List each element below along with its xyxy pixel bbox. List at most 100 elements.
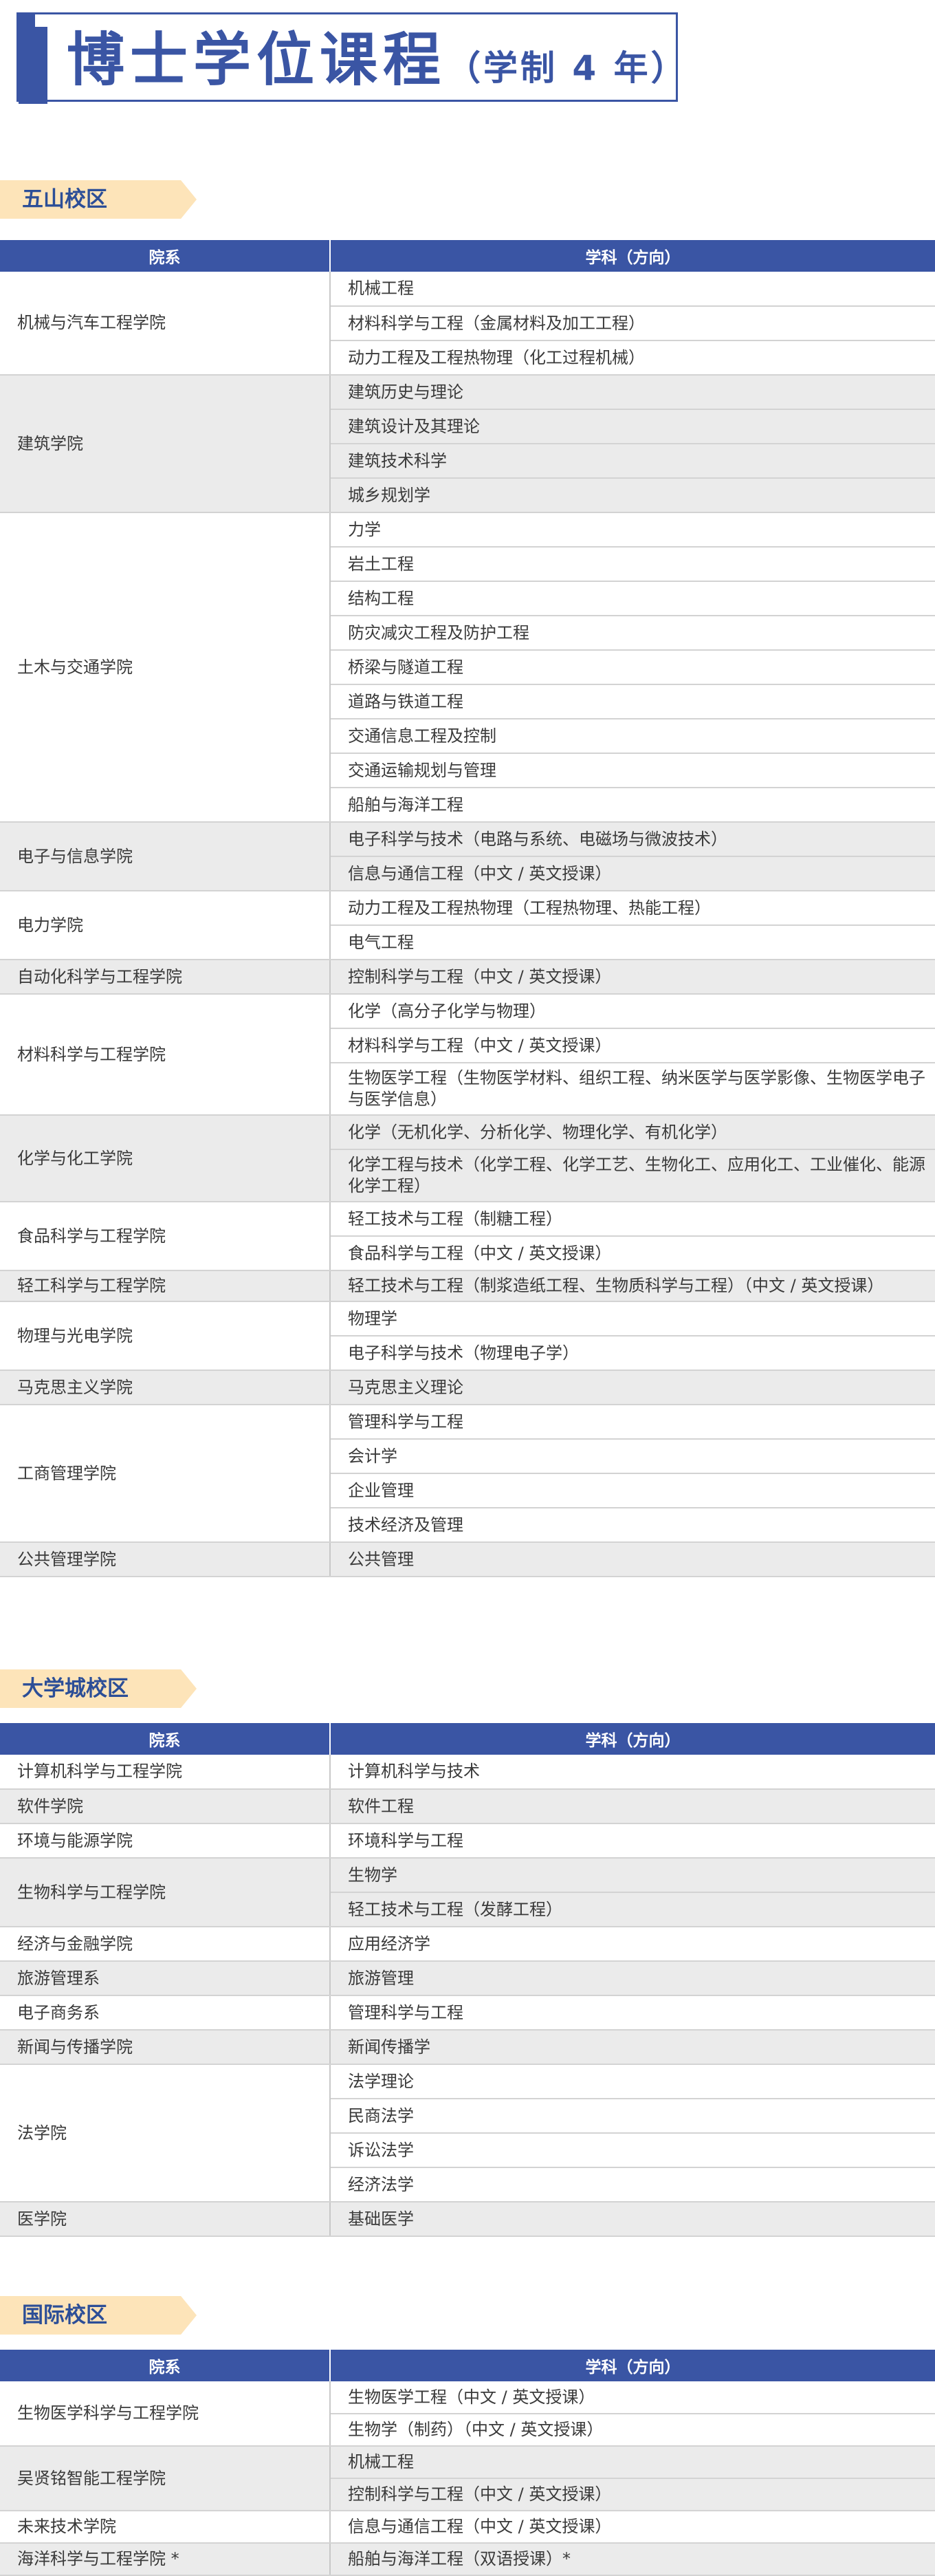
table-row: 化学与化工学院 化学（无机化学、分析化学、物理化学、有机化学） bbox=[0, 1115, 935, 1202]
department-cell: 工商管理学院 bbox=[0, 1405, 331, 1543]
subject-cell: 信息与通信工程（中文 / 英文授课） bbox=[330, 2511, 935, 2544]
table-row: 建筑学院 建筑历史与理论 bbox=[0, 375, 935, 513]
table-row: 软件学院 软件工程 bbox=[0, 1789, 935, 1824]
subject-cell: 诉讼法学 bbox=[330, 2133, 935, 2168]
campus-tab-wushan: 五山校区 bbox=[0, 180, 197, 219]
header-department: 院系 bbox=[0, 2350, 331, 2381]
subject-cell: 轻工技术与工程（发酵工程） bbox=[330, 1892, 935, 1927]
header-subject: 学科（方向） bbox=[330, 1723, 935, 1755]
page-title: 博士学位课程（学制 4 年） bbox=[67, 25, 688, 102]
department-cell: 机械与汽车工程学院 bbox=[0, 272, 331, 376]
table-row: 马克思主义学院 马克思主义理论 bbox=[0, 1370, 935, 1405]
subject-cell: 控制科学与工程（中文 / 英文授课） bbox=[330, 2478, 935, 2511]
header-department: 院系 bbox=[0, 240, 331, 272]
subject-cell: 技术经济及管理 bbox=[330, 1508, 935, 1543]
subject-cell: 软件工程 bbox=[330, 1789, 935, 1824]
subject-cell: 动力工程及工程热物理（工程热物理、热能工程） bbox=[330, 891, 935, 926]
table-row: 土木与交通学院 力学 bbox=[0, 512, 935, 823]
department-cell: 土木与交通学院 bbox=[0, 512, 331, 823]
subject-cell: 生物医学工程（生物医学材料、组织工程、纳米医学与医学影像、生物医学电子与医学信息… bbox=[330, 1063, 935, 1116]
subject-cell: 交通运输规划与管理 bbox=[330, 753, 935, 788]
table-row: 计算机科学与工程学院 计算机科学与技术 bbox=[0, 1755, 935, 1790]
subject-cell: 经济法学 bbox=[330, 2167, 935, 2202]
subject-cell: 物理学 bbox=[330, 1301, 935, 1336]
department-cell: 未来技术学院 bbox=[0, 2511, 331, 2544]
table-row: 工商管理学院 管理科学与工程 bbox=[0, 1405, 935, 1543]
subject-cell: 电气工程 bbox=[330, 925, 935, 960]
subject-cell: 防灾减灾工程及防护工程 bbox=[330, 616, 935, 651]
department-cell: 食品科学与工程学院 bbox=[0, 1202, 331, 1271]
department-cell: 海洋科学与工程学院 * bbox=[0, 2543, 331, 2576]
table-row: 新闻与传播学院 新闻传播学 bbox=[0, 2030, 935, 2065]
department-cell: 医学院 bbox=[0, 2202, 331, 2237]
table-row: 电子商务系 管理科学与工程 bbox=[0, 1995, 935, 2031]
department-cell: 电子与信息学院 bbox=[0, 822, 331, 891]
table-row: 轻工科学与工程学院 轻工技术与工程（制浆造纸工程、生物质科学与工程）（中文 / 英… bbox=[0, 1270, 935, 1302]
subject-cell: 管理科学与工程 bbox=[330, 1405, 935, 1440]
subject-cell: 轻工技术与工程（制糖工程） bbox=[330, 1202, 935, 1237]
subject-cell: 旅游管理 bbox=[330, 1961, 935, 1996]
table-row: 电力学院 动力工程及工程热物理（工程热物理、热能工程） bbox=[0, 891, 935, 960]
subject-cell: 电子科学与技术（电路与系统、电磁场与微波技术） bbox=[330, 822, 935, 857]
subject-cell: 公共管理 bbox=[330, 1542, 935, 1577]
table-header-row: 院系 学科（方向） bbox=[0, 2350, 935, 2381]
department-cell: 电力学院 bbox=[0, 891, 331, 960]
subject-cell: 民商法学 bbox=[330, 2099, 935, 2134]
subject-cell: 信息与通信工程（中文 / 英文授课） bbox=[330, 856, 935, 891]
subject-cell: 环境科学与工程 bbox=[330, 1823, 935, 1859]
table-row: 材料科学与工程学院 化学（高分子化学与物理） bbox=[0, 994, 935, 1116]
department-cell: 软件学院 bbox=[0, 1789, 331, 1824]
campus-tab-international: 国际校区 bbox=[0, 2296, 197, 2335]
department-cell: 建筑学院 bbox=[0, 375, 331, 513]
table-row: 法学院 法学理论 bbox=[0, 2064, 935, 2202]
subject-cell: 建筑技术科学 bbox=[330, 444, 935, 479]
table-row: 物理与光电学院 物理学 bbox=[0, 1301, 935, 1371]
department-cell: 法学院 bbox=[0, 2064, 331, 2202]
subject-cell: 桥梁与隧道工程 bbox=[330, 650, 935, 685]
program-table-daxuecheng: 院系 学科（方向） 计算机科学与工程学院 计算机科学与技术 软件学院 软件工程 环境与能源学… bbox=[0, 1723, 935, 2237]
table-row: 生物科学与工程学院 生物学 bbox=[0, 1858, 935, 1927]
header-department: 院系 bbox=[0, 1723, 331, 1755]
subject-cell: 建筑历史与理论 bbox=[330, 375, 935, 410]
table-row: 电子与信息学院 电子科学与技术（电路与系统、电磁场与微波技术） bbox=[0, 822, 935, 891]
subject-cell: 生物学 bbox=[330, 1858, 935, 1893]
subject-cell: 生物学（制药）（中文 / 英文授课） bbox=[330, 2414, 935, 2447]
department-cell: 物理与光电学院 bbox=[0, 1301, 331, 1371]
table-row: 海洋科学与工程学院 * 船舶与海洋工程（双语授课）* bbox=[0, 2543, 935, 2576]
table-row: 食品科学与工程学院 轻工技术与工程（制糖工程） bbox=[0, 1202, 935, 1271]
department-cell: 公共管理学院 bbox=[0, 1542, 331, 1577]
department-cell: 经济与金融学院 bbox=[0, 1927, 331, 1962]
table-row: 自动化科学与工程学院 控制科学与工程（中文 / 英文授课） bbox=[0, 960, 935, 995]
header-subject: 学科（方向） bbox=[330, 2350, 935, 2381]
subject-cell: 机械工程 bbox=[330, 2446, 935, 2479]
department-cell: 材料科学与工程学院 bbox=[0, 994, 331, 1116]
department-cell: 马克思主义学院 bbox=[0, 1370, 331, 1405]
title-accent-bar bbox=[19, 14, 47, 104]
subject-cell: 交通信息工程及控制 bbox=[330, 719, 935, 754]
subject-cell: 管理科学与工程 bbox=[330, 1995, 935, 2031]
campus-tab-daxuecheng: 大学城校区 bbox=[0, 1669, 197, 1708]
subject-cell: 基础医学 bbox=[330, 2202, 935, 2237]
department-cell: 生物科学与工程学院 bbox=[0, 1858, 331, 1927]
program-table-international: 院系 学科（方向） 生物医学科学与工程学院 生物医学工程（中文 / 英文授课） 生物学（… bbox=[0, 2350, 935, 2576]
subject-cell: 城乡规划学 bbox=[330, 478, 935, 513]
department-cell: 电子商务系 bbox=[0, 1995, 331, 2031]
department-cell: 轻工科学与工程学院 bbox=[0, 1270, 331, 1302]
subject-cell: 机械工程 bbox=[330, 272, 935, 307]
subject-cell: 生物医学工程（中文 / 英文授课） bbox=[330, 2381, 935, 2414]
subject-cell: 应用经济学 bbox=[330, 1927, 935, 1962]
page-title-box: 博士学位课程（学制 4 年） bbox=[16, 12, 685, 104]
table-row: 公共管理学院 公共管理 bbox=[0, 1542, 935, 1577]
table-row: 生物医学科学与工程学院 生物医学工程（中文 / 英文授课） bbox=[0, 2381, 935, 2447]
subject-cell: 轻工技术与工程（制浆造纸工程、生物质科学与工程）（中文 / 英文授课） bbox=[330, 1270, 935, 1302]
subject-cell: 马克思主义理论 bbox=[330, 1370, 935, 1405]
department-cell: 生物医学科学与工程学院 bbox=[0, 2381, 331, 2447]
subject-cell: 会计学 bbox=[330, 1439, 935, 1474]
department-cell: 新闻与传播学院 bbox=[0, 2030, 331, 2065]
subject-cell: 企业管理 bbox=[330, 1473, 935, 1508]
page-title-sub: （学制 4 年） bbox=[446, 48, 688, 88]
subject-cell: 法学理论 bbox=[330, 2064, 935, 2099]
subject-cell: 食品科学与工程（中文 / 英文授课） bbox=[330, 1236, 935, 1271]
header-subject: 学科（方向） bbox=[330, 240, 935, 272]
department-cell: 旅游管理系 bbox=[0, 1961, 331, 1996]
